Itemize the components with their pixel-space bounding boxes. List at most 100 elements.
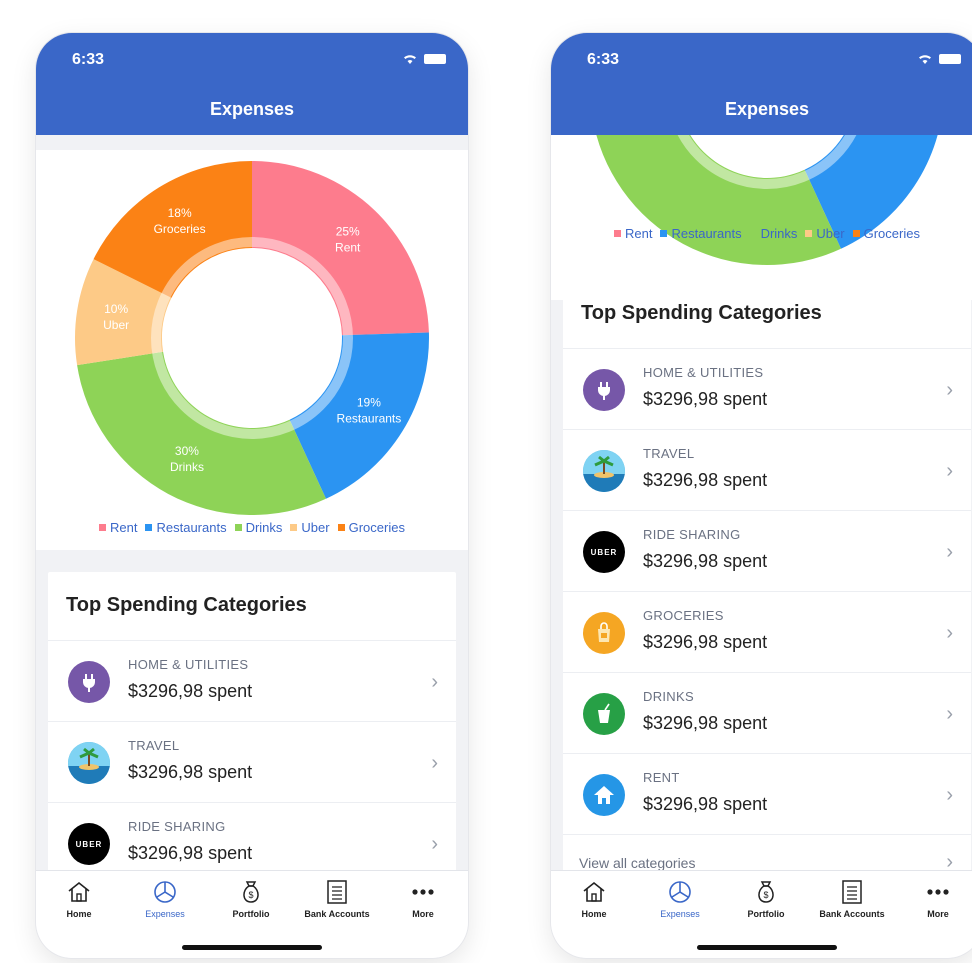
phone-screen-expenses-chart: 6:33 Expenses 25% Rent 19% Restaurants 30% Dr… — [36, 33, 468, 958]
category-name: DRINKS — [643, 689, 694, 704]
status-icons — [402, 53, 446, 65]
tab-home[interactable]: Home — [551, 877, 637, 919]
category-name: RIDE SHARING — [128, 819, 226, 834]
tab-home[interactable]: Home — [36, 877, 122, 919]
expense-donut-chart — [592, 135, 938, 265]
chevron-right-icon: › — [431, 671, 438, 693]
slice-percent-label: 10% — [104, 302, 128, 316]
category-row-travel[interactable]: TRAVEL $3296,98 spent › — [563, 429, 971, 510]
tab-expenses[interactable]: Expenses — [122, 877, 208, 919]
top-spending-card: Top Spending Categories HOME & UTILITIES… — [563, 280, 971, 870]
more-icon — [380, 877, 466, 907]
top-spending-card: Top Spending Categories HOME & UTILITIES… — [48, 572, 456, 870]
category-row-drinks[interactable]: DRINKS $3296,98 spent › — [563, 672, 971, 753]
donut-slice-drinks[interactable] — [592, 135, 841, 265]
chevron-right-icon: › — [431, 833, 438, 855]
slice-percent-label: 30% — [175, 444, 199, 458]
category-row-ride-sharing[interactable]: UBER RIDE SHARING $3296,98 spent › — [563, 510, 971, 591]
category-amount: $3296,98 spent — [643, 470, 768, 490]
battery-icon — [424, 54, 446, 64]
tab-portfolio[interactable]: $ Portfolio — [723, 877, 809, 919]
tab-more[interactable]: More — [380, 877, 466, 919]
legend-label: Drinks — [760, 226, 798, 241]
chevron-right-icon: › — [946, 784, 953, 806]
slice-name-label: Uber — [103, 318, 129, 332]
category-amount: $3296,98 spent — [128, 843, 253, 863]
donut-inner-ring — [151, 237, 353, 439]
slice-percent-label: 18% — [168, 206, 192, 220]
status-icons — [917, 53, 961, 65]
legend-item-drinks: Drinks — [749, 226, 798, 241]
chart-card: 25% Rent 19% Restaurants 30% Drinks 10% Uber 18%… — [36, 150, 468, 550]
page-title: Expenses — [209, 99, 295, 119]
bottom-tab-bar: Home Expenses $ Portfolio Bank Accounts … — [551, 870, 972, 958]
legend-label: Uber — [816, 226, 845, 241]
slice-name-label: Restaurants — [337, 411, 402, 425]
money-bag-icon: $ — [723, 877, 809, 907]
status-time: 6:33 — [72, 51, 105, 68]
svg-text:$: $ — [763, 890, 768, 900]
pie-chart-icon — [637, 877, 723, 907]
expenses-content[interactable]: 25% Rent 19% Restaurants 30% Drinks 10% Uber 18%… — [36, 135, 468, 870]
tab-bank-accounts[interactable]: Bank Accounts — [809, 877, 895, 919]
category-name: GROCERIES — [643, 608, 724, 623]
tab-portfolio[interactable]: $ Portfolio — [208, 877, 294, 919]
home-icon — [36, 877, 122, 907]
chevron-right-icon: › — [946, 460, 953, 482]
ledger-icon — [294, 877, 380, 907]
legend-swatch — [145, 524, 153, 531]
legend-item-groceries: Groceries — [852, 226, 920, 241]
legend-item-uber: Uber — [805, 226, 845, 241]
legend-swatch — [660, 230, 668, 237]
category-amount: $3296,98 spent — [643, 794, 768, 814]
expenses-content-scrolled[interactable]: Rent Restaurants Drinks Uber Groceries Top S… — [551, 135, 972, 870]
tab-bank-accounts[interactable]: Bank Accounts — [294, 877, 380, 919]
slice-percent-label: 19% — [357, 395, 381, 409]
money-bag-icon: $ — [208, 877, 294, 907]
expense-donut-chart: 25% Rent 19% Restaurants 30% Drinks 10% Uber 18%… — [75, 161, 429, 515]
category-name: HOME & UTILITIES — [643, 365, 764, 380]
chevron-right-icon: › — [946, 622, 953, 644]
grocery-bag-icon — [583, 612, 625, 654]
category-amount: $3296,98 spent — [643, 632, 768, 652]
status-time: 6:33 — [587, 51, 620, 68]
category-row-travel[interactable]: TRAVEL $3296,98 spent › — [48, 721, 456, 802]
plug-icon — [583, 369, 625, 411]
legend-item-rent: Rent — [614, 226, 652, 241]
slice-percent-label: 25% — [336, 224, 360, 238]
legend-label: Restaurants — [156, 520, 227, 535]
battery-icon — [939, 54, 961, 64]
view-all-categories-row[interactable]: View all categories › — [563, 834, 971, 870]
legend-swatch — [290, 524, 298, 531]
chart-card-scrolled: Rent Restaurants Drinks Uber Groceries — [551, 135, 972, 300]
tab-more[interactable]: More — [895, 877, 972, 919]
chart-legend: Rent Restaurants Drinks Uber Groceries — [551, 226, 972, 241]
chevron-right-icon: › — [946, 851, 953, 870]
category-row-home-utilities[interactable]: HOME & UTILITIES $3296,98 spent › — [48, 640, 456, 721]
slice-name-label: Rent — [335, 240, 361, 254]
category-name: HOME & UTILITIES — [128, 657, 249, 672]
chart-legend: Rent Restaurants Drinks Uber Groceries — [36, 520, 468, 535]
legend-item-rent: Rent — [99, 520, 137, 535]
legend-label: Restaurants — [671, 226, 742, 241]
category-row-groceries[interactable]: GROCERIES $3296,98 spent › — [563, 591, 971, 672]
legend-label: Rent — [625, 226, 653, 241]
view-all-categories-link[interactable]: View all categories — [579, 855, 695, 870]
legend-swatch — [852, 230, 860, 237]
category-amount: $3296,98 spent — [128, 681, 253, 701]
slice-name-label: Drinks — [170, 460, 204, 474]
donut-slice-drinks[interactable] — [77, 351, 326, 515]
category-name: TRAVEL — [128, 738, 180, 753]
legend-label: Drinks — [245, 520, 283, 535]
category-row-rent[interactable]: RENT $3296,98 spent › — [563, 753, 971, 834]
legend-item-uber: Uber — [290, 520, 330, 535]
tab-expenses[interactable]: Expenses — [637, 877, 723, 919]
chevron-right-icon: › — [946, 379, 953, 401]
home-indicator — [697, 945, 837, 950]
chevron-right-icon: › — [946, 541, 953, 563]
legend-item-restaurants: Restaurants — [145, 520, 227, 535]
category-row-ride-sharing[interactable]: UBER RIDE SHARING $3296,98 spent › — [48, 802, 456, 870]
category-row-home-utilities[interactable]: HOME & UTILITIES $3296,98 spent › — [563, 348, 971, 429]
section-title: Top Spending Categories — [581, 302, 822, 324]
category-amount: $3296,98 spent — [643, 389, 768, 409]
